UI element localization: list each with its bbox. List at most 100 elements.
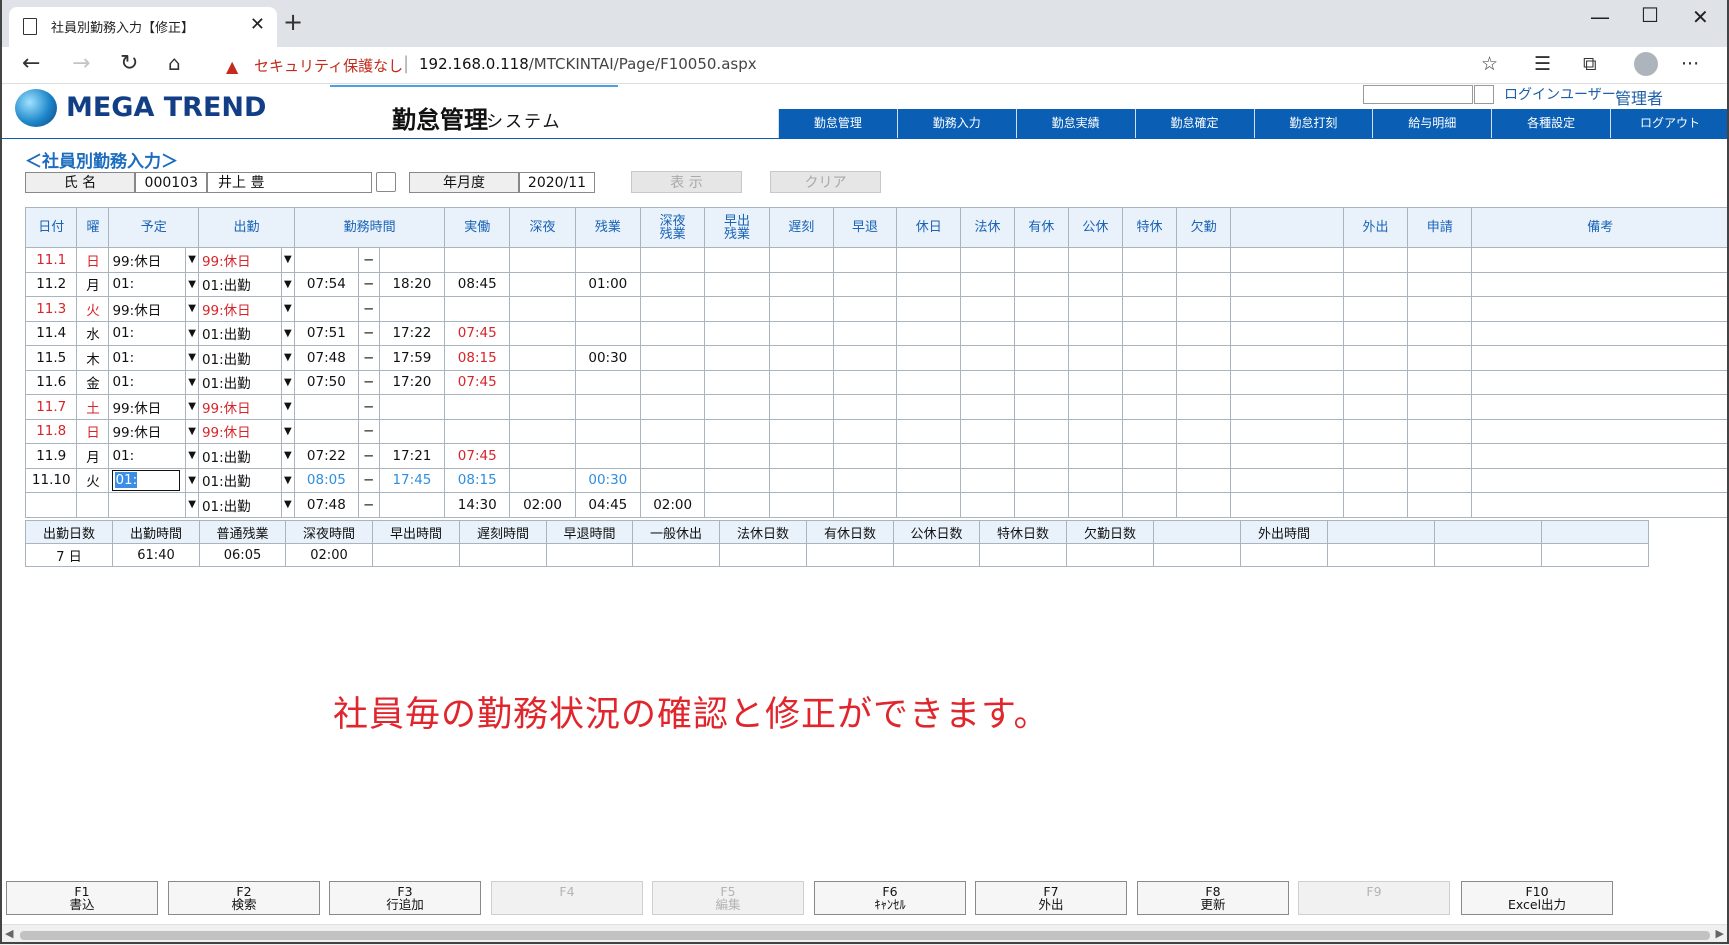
cell-end-time[interactable]: [378, 492, 446, 518]
cell-empty[interactable]: [1342, 247, 1409, 273]
cell-empty[interactable]: [1230, 296, 1344, 322]
cell-empty[interactable]: [1067, 443, 1123, 469]
cell-empty[interactable]: [1067, 467, 1123, 493]
cell-empty[interactable]: [1121, 271, 1178, 297]
cell-empty[interactable]: [768, 247, 834, 273]
chevron-down-icon[interactable]: ▼: [185, 492, 199, 518]
cell-empty[interactable]: [1121, 443, 1178, 469]
arrow-right-icon[interactable]: →: [72, 51, 90, 76]
cell-empty[interactable]: [896, 467, 962, 493]
security-status[interactable]: セキュリティ保護なし: [254, 55, 403, 76]
cell-empty[interactable]: [1230, 320, 1344, 346]
cell-empty[interactable]: [1067, 394, 1123, 420]
chevron-down-icon[interactable]: ▼: [185, 320, 199, 346]
cell-empty[interactable]: [1013, 394, 1069, 420]
cell-attend-select[interactable]: 01:出勤: [197, 271, 282, 297]
cell-empty[interactable]: [896, 443, 962, 469]
cell-empty[interactable]: [896, 271, 962, 297]
employee-code-field[interactable]: 000103: [135, 172, 207, 193]
cell-empty[interactable]: [1342, 296, 1409, 322]
cell-empty[interactable]: [1471, 345, 1729, 371]
cell-empty[interactable]: [704, 247, 770, 273]
cell-empty[interactable]: [1342, 418, 1409, 444]
cell-attend-select[interactable]: 01:出勤: [197, 467, 282, 493]
function-key-f1[interactable]: F1 書込: [6, 881, 158, 915]
maximize-icon[interactable]: ☐: [1641, 3, 1659, 27]
cell-empty[interactable]: [704, 394, 770, 420]
cell-empty[interactable]: [704, 443, 770, 469]
scroll-thumb[interactable]: [20, 931, 1710, 940]
cell-empty[interactable]: [832, 467, 898, 493]
cell-plan-select[interactable]: 01:: [108, 271, 187, 297]
cell-empty[interactable]: [1342, 443, 1409, 469]
chevron-down-icon[interactable]: ▼: [185, 296, 199, 322]
chevron-down-icon[interactable]: ▼: [185, 467, 199, 493]
cell-plan-select[interactable]: 99:休日: [108, 418, 187, 444]
cell-empty[interactable]: [960, 418, 1015, 444]
cell-empty[interactable]: [1471, 247, 1729, 273]
cell-empty[interactable]: [1230, 443, 1344, 469]
scroll-right-icon[interactable]: ▶: [1716, 927, 1724, 940]
cell-empty[interactable]: [704, 467, 770, 493]
cell-attend-select[interactable]: 01:出勤: [197, 492, 282, 518]
cell-empty[interactable]: [1342, 394, 1409, 420]
cell-empty[interactable]: [1407, 418, 1473, 444]
cell-empty[interactable]: [1013, 320, 1069, 346]
cell-empty[interactable]: [1471, 467, 1729, 493]
cell-start-time[interactable]: 07:54: [294, 271, 359, 297]
cell-empty[interactable]: [896, 247, 962, 273]
cell-end-time[interactable]: 18:20: [378, 271, 446, 297]
scroll-left-icon[interactable]: ◀: [5, 927, 13, 940]
minimize-icon[interactable]: —: [1590, 5, 1610, 29]
menu-item[interactable]: 勤怠確定: [1134, 109, 1254, 138]
cell-plan-select[interactable]: 99:休日: [108, 247, 187, 273]
cell-start-time[interactable]: 07:22: [294, 443, 359, 469]
cell-attend-select[interactable]: 99:休日: [197, 296, 282, 322]
cell-empty[interactable]: [1013, 296, 1069, 322]
cell-empty[interactable]: [960, 443, 1015, 469]
cell-start-time[interactable]: [294, 247, 359, 273]
cell-empty[interactable]: [704, 296, 770, 322]
cell-empty[interactable]: [1176, 467, 1232, 493]
cell-empty[interactable]: [1471, 320, 1729, 346]
menu-item[interactable]: 勤怠管理: [778, 109, 897, 138]
cell-empty[interactable]: [1471, 443, 1729, 469]
chevron-down-icon[interactable]: ▼: [280, 247, 296, 273]
cell-attend-select[interactable]: 99:休日: [197, 394, 282, 420]
cell-empty[interactable]: [832, 369, 898, 395]
cell-empty[interactable]: [1067, 296, 1123, 322]
cell-empty[interactable]: [1176, 369, 1232, 395]
cell-empty[interactable]: [1121, 394, 1178, 420]
reload-icon[interactable]: ↻: [120, 51, 138, 76]
year-month-field[interactable]: 2020/11: [519, 172, 595, 193]
tab-close-icon[interactable]: ✕: [250, 14, 265, 35]
chevron-down-icon[interactable]: ▼: [280, 320, 296, 346]
cell-start-time[interactable]: 07:48: [294, 492, 359, 518]
chevron-down-icon[interactable]: ▼: [185, 345, 199, 371]
cell-plan-select[interactable]: 01:: [108, 467, 187, 493]
cell-attend-select[interactable]: 99:休日: [197, 247, 282, 273]
cell-start-time[interactable]: 07:48: [294, 345, 359, 371]
cell-empty[interactable]: [1407, 345, 1473, 371]
menu-item[interactable]: 勤務入力: [896, 109, 1016, 138]
clear-button[interactable]: クリア: [770, 171, 881, 193]
cell-empty[interactable]: [1176, 418, 1232, 444]
chevron-down-icon[interactable]: ▼: [280, 296, 296, 322]
cell-attend-select[interactable]: 01:出勤: [197, 369, 282, 395]
cell-end-time[interactable]: [378, 418, 446, 444]
profile-avatar-icon[interactable]: [1634, 52, 1658, 76]
cell-empty[interactable]: [1121, 320, 1178, 346]
cell-plan-select[interactable]: 01:: [108, 345, 187, 371]
chevron-down-icon[interactable]: ▼: [185, 418, 199, 444]
cell-empty[interactable]: [768, 418, 834, 444]
cell-end-time[interactable]: 17:45: [378, 467, 446, 493]
cell-empty[interactable]: [1230, 418, 1344, 444]
cell-empty[interactable]: [768, 394, 834, 420]
cell-plan-select[interactable]: 99:休日: [108, 394, 187, 420]
cell-empty[interactable]: [1407, 247, 1473, 273]
cell-empty[interactable]: [832, 443, 898, 469]
cell-empty[interactable]: [1013, 443, 1069, 469]
browser-tab[interactable]: 社員別勤務入力【修正】 ✕: [9, 7, 277, 47]
chevron-down-icon[interactable]: ▼: [280, 418, 296, 444]
function-key-f4[interactable]: F4: [491, 881, 643, 915]
